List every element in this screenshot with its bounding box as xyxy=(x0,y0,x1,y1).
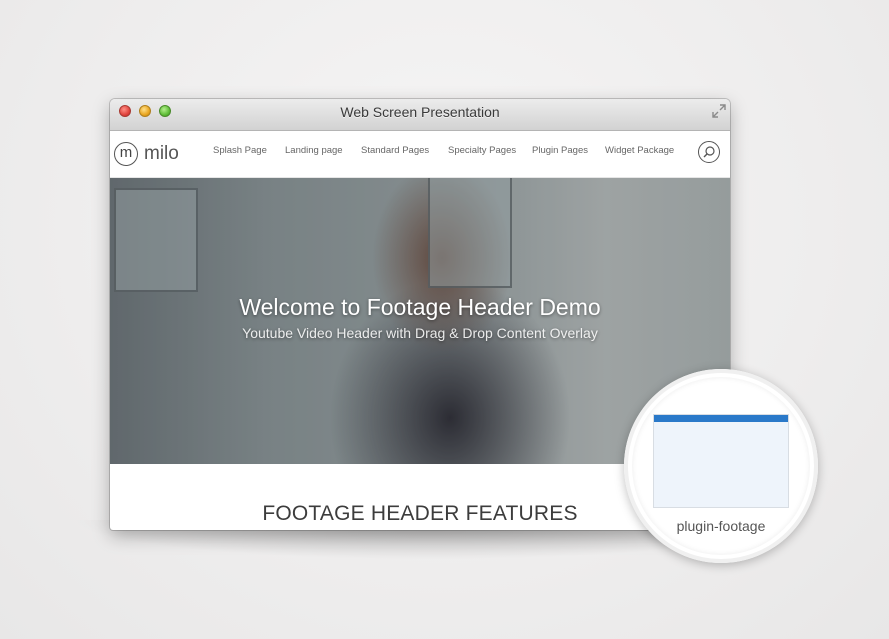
nav-widget-package[interactable]: Widget Package xyxy=(605,145,674,156)
logo-mark: m xyxy=(114,142,138,166)
nav-standard-pages[interactable]: Standard Pages xyxy=(361,145,429,156)
window-titlebar[interactable]: Web Screen Presentation xyxy=(110,99,730,131)
site-navbar: m milo Splash Page Landing page Standard… xyxy=(110,131,730,178)
nav-plugin-pages[interactable]: Plugin Pages xyxy=(532,145,588,156)
expand-icon[interactable] xyxy=(712,104,726,118)
plugin-thumbnail-bar xyxy=(654,415,788,422)
hero-subtitle: Youtube Video Header with Drag & Drop Co… xyxy=(242,325,598,341)
nav-splash-page[interactable]: Splash Page xyxy=(213,145,267,156)
search-button[interactable] xyxy=(698,141,720,163)
search-icon xyxy=(703,146,715,158)
hero-title: Welcome to Footage Header Demo xyxy=(239,294,601,320)
window-title: Web Screen Presentation xyxy=(340,104,500,120)
plugin-badge: plugin-footage xyxy=(624,369,818,563)
plugin-thumbnail xyxy=(654,415,788,507)
nav-specialty-pages[interactable]: Specialty Pages xyxy=(448,145,516,156)
logo-text: milo xyxy=(144,143,179,164)
plugin-label: plugin-footage xyxy=(676,518,766,534)
nav-landing-page[interactable]: Landing page xyxy=(285,145,343,156)
